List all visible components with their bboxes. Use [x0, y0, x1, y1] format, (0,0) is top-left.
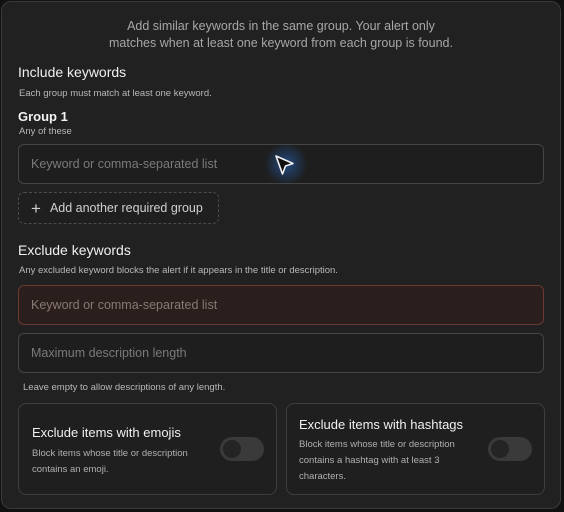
exclude-hashtags-desc-line-1: Block items whose title or description — [299, 439, 455, 450]
exclude-emojis-description: Block items whose title or description c… — [32, 446, 188, 478]
max-description-length-hint: Leave empty to allow descriptions of any… — [23, 382, 226, 393]
exclude-hashtags-description: Block items whose title or description c… — [299, 437, 455, 485]
mouse-pointer-icon — [275, 155, 294, 175]
add-required-group-label: Add another required group — [49, 201, 203, 215]
exclude-hashtags-title: Exclude items with hashtags — [299, 417, 464, 432]
toggle-knob — [223, 440, 241, 458]
group-1-title: Group 1 — [18, 109, 68, 124]
exclude-hashtags-desc-line-2: contains a hashtag with at least 3 — [299, 455, 440, 466]
exclude-keywords-title: Exclude keywords — [18, 242, 131, 258]
exclude-emojis-card: Exclude items with emojis Block items wh… — [18, 403, 277, 495]
plus-icon: + — [31, 198, 41, 218]
intro-line-1: Add similar keywords in the same group. … — [127, 19, 435, 33]
intro-text: Add similar keywords in the same group. … — [2, 18, 560, 52]
toggle-knob — [491, 440, 509, 458]
exclude-emojis-desc-line-2: contains an emoji. — [32, 464, 109, 475]
exclude-hashtags-toggle[interactable] — [488, 437, 532, 461]
group-1-subtitle: Any of these — [19, 126, 72, 137]
exclude-emojis-desc-line-1: Block items whose title or description — [32, 448, 188, 459]
exclude-keyword-placeholder: Keyword or comma-separated list — [31, 298, 218, 312]
add-required-group-button[interactable]: + Add another required group — [18, 192, 219, 224]
keyword-alert-panel: Add similar keywords in the same group. … — [1, 1, 561, 509]
max-description-length-placeholder: Maximum description length — [31, 346, 187, 360]
include-keywords-subtitle: Each group must match at least one keywo… — [19, 88, 212, 99]
include-keywords-title: Include keywords — [18, 64, 127, 80]
exclude-hashtags-card: Exclude items with hashtags Block items … — [286, 403, 545, 495]
exclude-keywords-subtitle: Any excluded keyword blocks the alert if… — [19, 265, 338, 276]
exclude-keyword-input[interactable]: Keyword or comma-separated list — [18, 285, 544, 325]
exclude-emojis-toggle[interactable] — [220, 437, 264, 461]
max-description-length-input[interactable]: Maximum description length — [18, 333, 544, 373]
exclude-emojis-title: Exclude items with emojis — [32, 425, 181, 440]
intro-line-2: matches when at least one keyword from e… — [109, 36, 453, 50]
group-1-keyword-placeholder: Keyword or comma-separated list — [31, 157, 218, 171]
exclude-hashtags-desc-line-3: characters. — [299, 471, 346, 482]
